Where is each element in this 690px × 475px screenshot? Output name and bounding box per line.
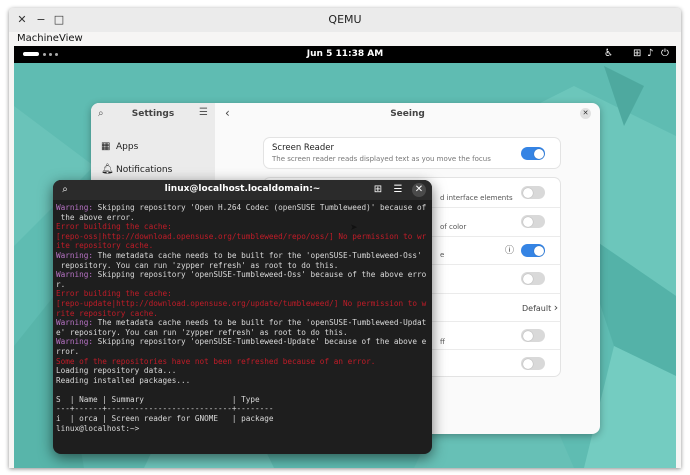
volume-icon[interactable]: ♪ [647,48,653,59]
terminal-line: e' repository. You can run 'zypper refre… [56,328,430,338]
terminal-text: i | orca | Screen reader for GNOME | pac… [56,414,274,424]
chevron-right-icon: › [553,301,559,314]
terminal-line: Some of the repositories have not been r… [56,357,430,367]
terminal-line: rror. [56,347,430,357]
terminal-line: Warning: The metadata cache needs to be … [56,318,430,328]
terminal-text: r. [56,279,66,289]
screen-reader-title: Screen Reader [272,143,335,153]
terminal-output[interactable]: Warning: Skipping repository 'Open H.264… [56,203,430,433]
sidebar-item-notifications[interactable]: 🔔︎ Notifications [99,162,209,180]
screen-reader-row[interactable]: Screen Reader The screen reader reads di… [264,138,560,168]
terminal-line: linux@localhost:~> [56,424,430,434]
window-title: QEMU [328,13,362,26]
sidebar-header: ⌕ Settings ☰ [91,103,215,125]
terminal-line: Warning: Skipping repository 'openSUSE-T… [56,270,430,280]
terminal-line: r. [56,280,430,290]
error-text: Error building the cache: [56,289,172,299]
terminal-line: [repo-update|http://download.opensuse.or… [56,299,430,309]
bell-icon: 🔔︎ [101,164,114,175]
terminal-line: Warning: Skipping repository 'Open H.264… [56,203,430,213]
sidebar-item-apps[interactable]: ▦ Apps [99,139,209,157]
toggle-switch[interactable] [521,244,545,257]
terminal-text: S | Name | Summary | Type [56,394,260,404]
toggle-switch[interactable] [521,186,545,199]
terminal-text: ---+------+---------------------------+-… [56,404,274,414]
terminal-text: Reading installed packages... [56,375,191,385]
error-text: [repo-update|http://download.opensuse.or… [56,298,427,308]
toggle-switch[interactable] [521,329,545,342]
terminal-line: Warning: The metadata cache needs to be … [56,251,430,261]
default-value[interactable]: Default › [522,301,558,314]
terminal-text: the above error. [56,212,135,222]
error-text: Some of the repositories have not been r… [56,356,376,366]
qemu-titlebar: ✕ − □ QEMU [9,8,681,32]
clock[interactable]: Jun 5 11:38 AM [14,49,676,59]
option-label: d interface elements [440,194,513,202]
terminal-header: ⌕ linux@localhost.localdomain:~ ⊞ ☰ ✕ [53,180,432,200]
terminal-line: ite repository cache. [56,241,430,251]
terminal-line: Error building the cache: [56,289,430,299]
terminal-line: ---+------+---------------------------+-… [56,404,430,414]
toggle-switch[interactable] [521,215,545,228]
screen-reader-subtitle: The screen reader reads displayed text a… [272,155,491,163]
sidebar-title: Settings [131,109,175,119]
terminal-text: Skipping repository 'openSUSE-Tumbleweed… [93,337,427,347]
mouse-pointer-icon: ➤ [350,223,358,233]
terminal-line: repository. You can run 'zypper refresh'… [56,261,430,271]
terminal-line: [repo-oss|http://download.opensuse.org/t… [56,232,430,242]
error-text: rite repository cache. [56,308,158,318]
screen-reader-toggle[interactable] [521,147,545,160]
page-title: Seeing [390,109,425,119]
terminal-line: Reading installed packages... [56,376,430,386]
warning-label: Warning: [56,250,94,260]
terminal-text: rror. [56,346,80,356]
terminal-text: Skipping repository 'openSUSE-Tumbleweed… [93,270,427,280]
terminal-text: The metadata cache needs to be built for… [93,250,422,260]
network-icon[interactable]: ⊞ [633,48,641,59]
terminal-line: Error building the cache: [56,222,430,232]
vm-screen: Jun 5 11:38 AM ♿ ⊞ ♪ ⏻ ⌕ Settings ☰ ▦ Ap… [14,46,676,468]
toggle-switch[interactable] [521,357,545,370]
error-text: [repo-oss|http://download.opensuse.org/t… [56,231,427,241]
accessibility-icon[interactable]: ♿ [604,48,613,59]
toggle-switch[interactable] [521,272,545,285]
terminal-text: linux@localhost:~> [56,423,144,433]
terminal-text: repository. You can run 'zypper refresh'… [56,260,339,270]
terminal-text: e' repository. You can run 'zypper refre… [56,327,348,337]
new-tab-icon[interactable]: ⊞ [371,183,385,197]
warning-label: Warning: [56,337,94,347]
option-label: e [440,251,445,259]
terminal-text: Skipping repository 'Open H.264 Codec (o… [93,203,427,212]
qemu-window: ✕ − □ QEMU Machine View Jun 5 11:38 AM ♿ [9,8,681,468]
error-text: Error building the cache: [56,222,172,232]
menu-machine[interactable]: Machine [17,33,59,44]
terminal-line: i | orca | Screen reader for GNOME | pac… [56,414,430,424]
info-icon[interactable]: ⓘ [505,243,514,256]
error-text: ite repository cache. [56,241,154,251]
terminal-line: S | Name | Summary | Type [56,395,430,405]
close-icon[interactable]: ✕ [580,108,591,119]
warning-label: Warning: [56,318,94,328]
terminal-line: Warning: Skipping repository 'openSUSE-T… [56,337,430,347]
hamburger-menu-icon[interactable]: ☰ [391,183,405,197]
option-label: of color [440,223,467,231]
terminal-text: The metadata cache needs to be built for… [93,318,427,328]
menu-view[interactable]: View [59,33,83,44]
option-label: ff [440,338,445,346]
power-icon[interactable]: ⏻ [661,48,669,59]
terminal-line: the above error. [56,213,430,223]
warning-label: Warning: [56,203,94,212]
menubar: Machine View [9,32,681,46]
warning-label: Warning: [56,270,94,280]
hamburger-menu-icon[interactable]: ☰ [199,107,208,118]
close-icon[interactable]: ✕ [412,183,426,197]
apps-icon: ▦ [101,141,111,152]
gnome-top-bar: Jun 5 11:38 AM ♿ ⊞ ♪ ⏻ [14,46,676,63]
terminal-text: Loading repository data... [56,366,177,376]
terminal-window[interactable]: ⌕ linux@localhost.localdomain:~ ⊞ ☰ ✕ Wa… [53,180,432,454]
terminal-line: rite repository cache. [56,309,430,319]
terminal-line: Loading repository data... [56,366,430,376]
